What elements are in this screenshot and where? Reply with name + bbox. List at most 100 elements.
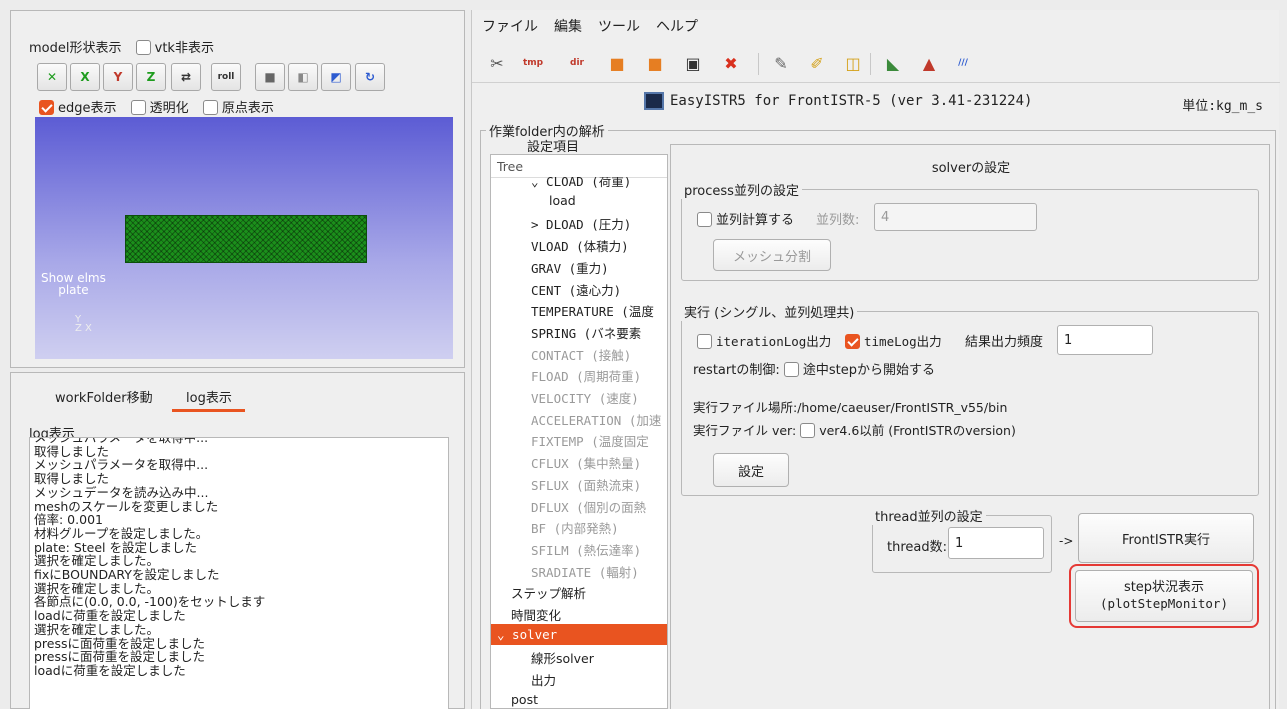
folder-icon[interactable]: ■	[604, 50, 630, 76]
parallel-num-input[interactable]: 4	[874, 203, 1037, 231]
step-monitor-button[interactable]: step状況表示 (plotStepMonitor)	[1075, 570, 1253, 622]
scissors-icon-glyph: ✂	[490, 53, 504, 73]
log-textarea[interactable]: メッシュパラメータを取得中... 取得しました メッシュパラメータを取得中... 取得…	[29, 437, 449, 709]
salome-icon[interactable]: ▲	[916, 50, 942, 76]
paraview-icon[interactable]: ◣	[880, 50, 906, 76]
toolbar-divider	[472, 82, 1280, 83]
tree-view[interactable]: Tree ⌄ CLOAD (荷重) load > DLOAD (圧力) VLOAD (…	[490, 154, 668, 709]
log-line: 選択を確定しました。	[34, 553, 160, 569]
mesh-split-button[interactable]: メッシュ分割	[713, 239, 831, 271]
log-content: メッシュパラメータを取得中... 取得しました メッシュパラメータを取得中... 取得…	[34, 438, 448, 678]
tree-item[interactable]: load	[549, 193, 576, 208]
scissors-icon[interactable]: ✂	[484, 50, 510, 76]
mesh-split-button-label: メッシュ分割	[732, 249, 811, 265]
tree-item[interactable]: ACCELERATION (加速	[531, 410, 661, 429]
result-freq-value: 1	[1064, 332, 1073, 348]
flip-icon[interactable]: ⇄	[171, 63, 201, 91]
tree-item[interactable]: SFILM (熱伝達率)	[531, 540, 641, 559]
tree-item[interactable]: VELOCITY (速度)	[531, 388, 639, 407]
tab-log-label: log表示	[186, 391, 232, 406]
frontistr-run-button[interactable]: FrontISTR実行	[1078, 513, 1254, 563]
tree-item[interactable]: 時間変化	[511, 605, 561, 624]
wire-cube-icon[interactable]: ◧	[288, 63, 318, 91]
result-freq-input[interactable]: 1	[1057, 325, 1153, 355]
color-bar-icon[interactable]: ///	[950, 50, 976, 76]
vtk-hide-checkbox[interactable]: vtk非表示	[135, 40, 214, 56]
new-file-icon[interactable]: ◫	[840, 50, 866, 76]
exec-ver-label: 実行ファイル ver:	[693, 423, 797, 438]
iteration-log-checkbox[interactable]: iterationLog出力	[697, 331, 831, 350]
tree-item[interactable]: FIXTEMP (温度固定	[531, 431, 649, 450]
tree-item[interactable]: CONTACT (接触)	[531, 345, 631, 364]
tree-item[interactable]: DFLUX (個別の面熱	[531, 497, 646, 516]
tree-item[interactable]: ⌄ solver	[497, 627, 557, 642]
tree-item[interactable]: ステップ解析	[511, 583, 586, 602]
exec-group-label: 実行 (シングル、並列処理共)	[681, 302, 858, 321]
result-freq-label: 結果出力頻度	[965, 335, 1044, 350]
vtk-viewport[interactable]: Show elms plate Y Z X	[35, 117, 453, 359]
solid-cube-icon[interactable]: ■	[255, 63, 285, 91]
reload-icon[interactable]: ↻	[355, 63, 385, 91]
menu-item-2[interactable]: ツール	[598, 19, 640, 35]
solid-cube-icon-glyph: ■	[264, 70, 276, 84]
unit-label: 単位:kg_m_s	[1182, 99, 1263, 114]
tree-item[interactable]: 出力	[531, 670, 556, 689]
tmp-icon-glyph: tmp	[522, 58, 544, 68]
tree-item[interactable]: SFLUX (面熱流束)	[531, 475, 641, 494]
settings-item-label: 設定項目	[527, 140, 580, 155]
tree-item[interactable]: FLOAD (周期荷重)	[531, 366, 641, 385]
fit-view-icon[interactable]: ✕	[37, 63, 67, 91]
screenshot-icon[interactable]: ◩	[321, 63, 351, 91]
time-log-checkbox[interactable]: timeLog出力	[845, 331, 942, 350]
tree-item[interactable]: ⌄ CLOAD (荷重)	[531, 177, 631, 190]
app-logo-icon	[644, 92, 664, 110]
edit-icon[interactable]: ✎	[768, 50, 794, 76]
tree-item[interactable]: VLOAD (体積力)	[531, 236, 629, 255]
model-display-label: model形状表示	[29, 41, 122, 56]
dir-icon[interactable]: dir	[564, 50, 590, 76]
roll-icon-glyph: roll	[217, 72, 235, 82]
tree-item[interactable]: TEMPERATURE (温度	[531, 301, 654, 320]
view-y-icon[interactable]: Y	[103, 63, 133, 91]
roll-icon[interactable]: roll	[211, 63, 241, 91]
tree-item[interactable]: CFLUX (集中熱量)	[531, 453, 641, 472]
origin-checkbox[interactable]: 原点表示	[202, 100, 274, 116]
menu-item-0[interactable]: ファイル	[482, 19, 538, 35]
stop-icon[interactable]: ✖	[718, 50, 744, 76]
log-line: 倍率: 0.001	[34, 512, 103, 528]
tmp-icon[interactable]: tmp	[520, 50, 546, 76]
log-line: 材料グループを設定しました。	[34, 525, 209, 541]
transparent-checkbox[interactable]: 透明化	[130, 100, 189, 116]
parallel-calc-checkbox[interactable]: 並列計算する	[697, 209, 794, 228]
tree-item[interactable]: SRADIATE (輻射)	[531, 562, 639, 581]
tree-item[interactable]: post	[511, 692, 538, 707]
reload-icon-glyph: ↻	[364, 70, 376, 84]
view-x-icon-glyph: X	[80, 70, 90, 84]
tab-log[interactable]: log表示	[186, 387, 232, 406]
menu-item-1[interactable]: 編集	[554, 19, 582, 35]
mesh-plate[interactable]	[125, 215, 367, 263]
tree-item[interactable]: SPRING (バネ要素	[531, 323, 641, 342]
tree-item[interactable]: 線形solver	[531, 648, 594, 667]
tree-header: Tree	[497, 159, 524, 174]
exec-ver-checkbox[interactable]: ver4.6以前 (FrontISTRのversion)	[800, 423, 1016, 438]
edge-checkbox[interactable]: edge表示	[39, 100, 117, 116]
view-x-icon[interactable]: X	[70, 63, 100, 91]
view-z-icon-glyph: Z	[146, 70, 156, 84]
display-options-row: edge表示 透明化 原点表示	[39, 97, 274, 116]
brush-icon[interactable]: ✐	[804, 50, 830, 76]
terminal-icon[interactable]: ▣	[680, 50, 706, 76]
menu-item-3[interactable]: ヘルプ	[656, 19, 698, 35]
settings-button[interactable]: 設定	[713, 453, 789, 487]
tree-item[interactable]: BF (内部発熱)	[531, 518, 619, 537]
tree-item[interactable]: GRAV (重力)	[531, 258, 609, 277]
restart-checkbox[interactable]: 途中stepから開始する	[783, 362, 935, 378]
tree-item[interactable]: > DLOAD (圧力)	[531, 214, 631, 233]
fit-view-icon-glyph: ✕	[46, 70, 58, 84]
tree-item[interactable]: CENT (遠心力)	[531, 280, 621, 299]
view-z-icon[interactable]: Z	[136, 63, 166, 91]
thread-num-input[interactable]: 1	[948, 527, 1044, 559]
tab-workfolder[interactable]: workFolder移動	[55, 387, 153, 406]
folder-open-icon[interactable]: ■	[642, 50, 668, 76]
viewport-caption: Show elms plate	[41, 272, 106, 296]
